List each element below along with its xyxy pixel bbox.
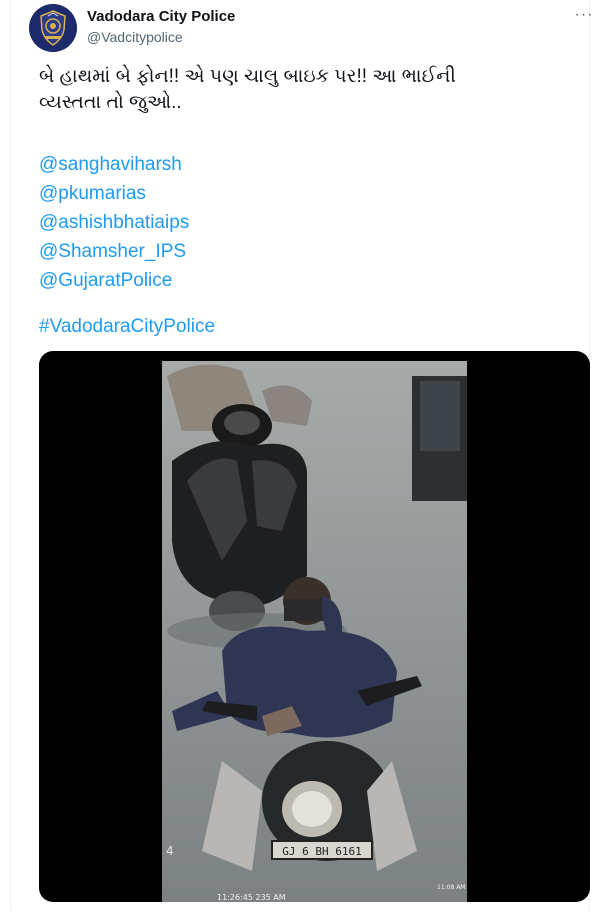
mention-link[interactable]: @GujaratPolice [39, 266, 579, 295]
tweet-text: બે હાથમાં બે ફોન!! એ પણ ચાલુ બાઇક પર!! આ… [39, 64, 579, 116]
tweet-text-line-1: બે હાથમાં બે ફોન!! એ પણ ચાલુ બાઇક પર!! આ… [39, 66, 456, 87]
more-options-button[interactable]: ··· [572, 6, 596, 26]
video-player[interactable]: GJ 6 BH 6161 4 11:08 AM 11:26:45 235 AM [39, 351, 590, 902]
mention-link[interactable]: @ashishbhatiaips [39, 208, 579, 237]
mention-link[interactable]: @pkumarias [39, 179, 579, 208]
hashtag-link[interactable]: #VadodaraCityPolice [39, 314, 215, 340]
avatar[interactable] [29, 4, 77, 52]
video-click-area[interactable] [39, 351, 590, 902]
mention-link[interactable]: @sanghaviharsh [39, 150, 579, 179]
police-badge-icon [29, 4, 77, 52]
tweet-card: Vadodara City Police @Vadcitypolice ··· … [10, 0, 592, 910]
tweet-text-line-2: વ્યસ્તતા તો જુઓ.. [39, 92, 182, 113]
account-handle[interactable]: @Vadcitypolice [87, 29, 183, 45]
mention-link[interactable]: @Shamsher_IPS [39, 237, 579, 266]
display-name[interactable]: Vadodara City Police [87, 8, 235, 25]
more-horizontal-icon: ··· [574, 6, 594, 23]
mention-list: @sanghaviharsh @pkumarias @ashishbhatiai… [39, 150, 579, 295]
